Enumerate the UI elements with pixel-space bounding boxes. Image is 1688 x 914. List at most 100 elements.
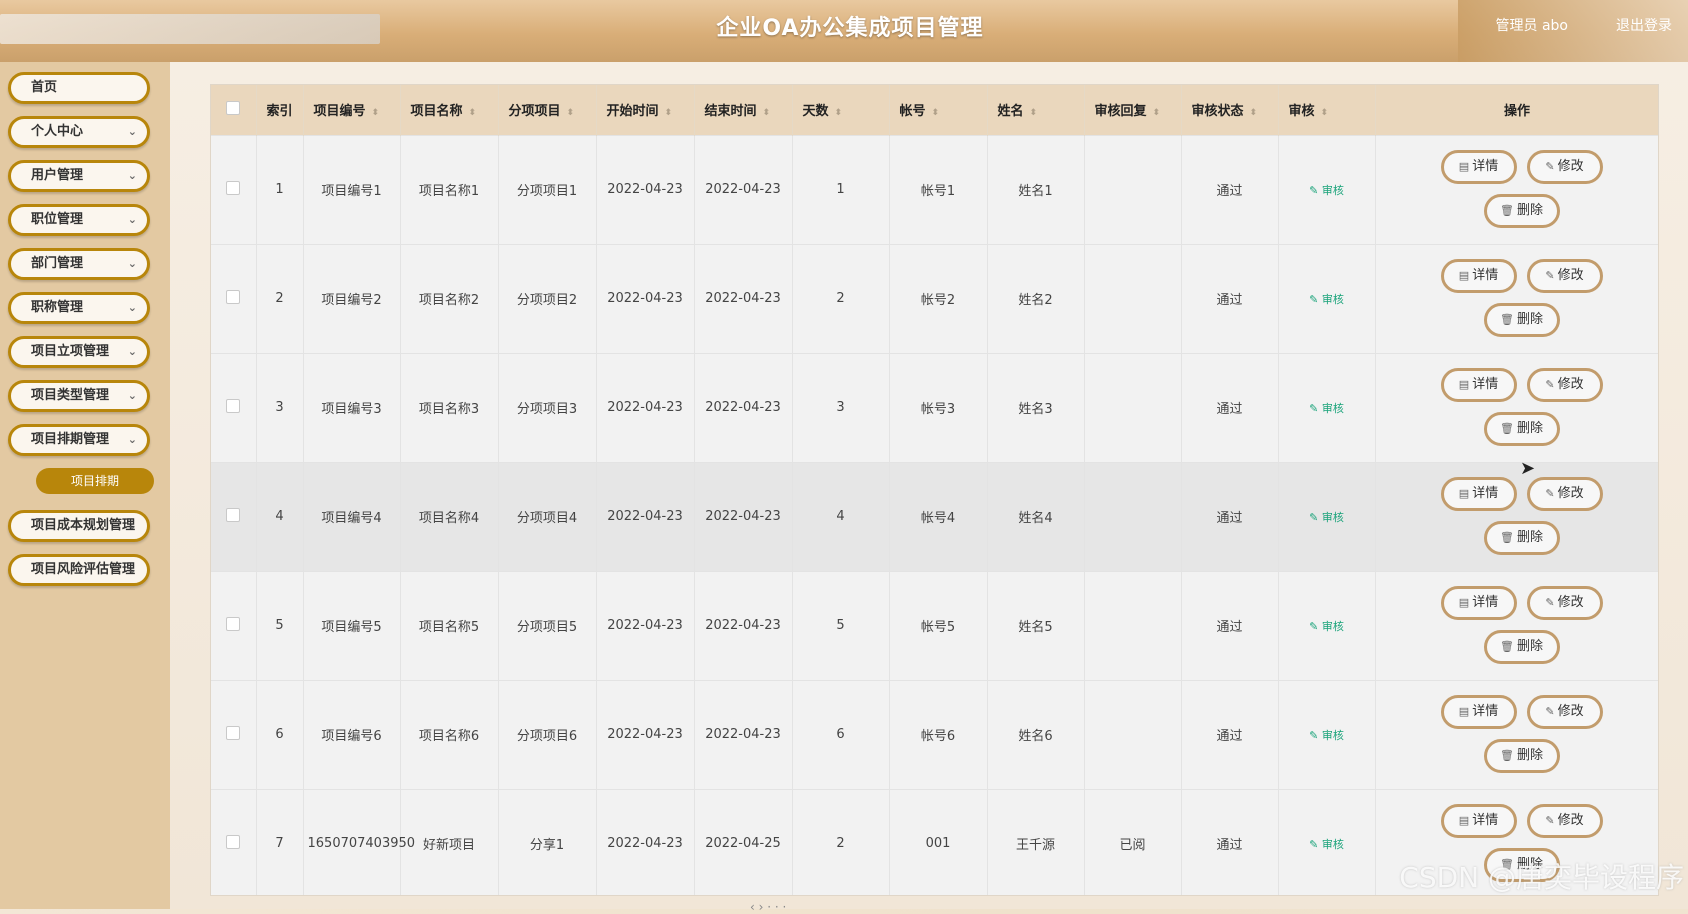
audit-link[interactable]: ✎ 审核 (1309, 511, 1344, 524)
sidebar-item[interactable]: 项目风险评估管理 ⌄ (8, 554, 150, 586)
submenu-item-active[interactable]: 项目排期 (36, 468, 154, 494)
table-row: 6 项目编号6 项目名称6 分项项目6 2022-04-23 2022-04-23 6 帐号6… (211, 680, 1658, 789)
sort-icon[interactable]: ⬍ (665, 108, 673, 118)
delete-button[interactable]: 🗑 删除 (1483, 302, 1560, 337)
sidebar-item[interactable]: 项目立项管理 ⌄ (8, 336, 150, 368)
sort-icon[interactable]: ⬍ (932, 108, 940, 118)
audit-link[interactable]: ✎ 审核 (1309, 402, 1344, 415)
sidebar-item[interactable]: 项目类型管理 ⌄ (8, 380, 150, 412)
cell-audit: ✎ 审核 (1278, 135, 1376, 244)
sidebar-item[interactable]: 职称管理 ⌄ (8, 292, 150, 324)
delete-button[interactable]: 🗑 删除 (1483, 411, 1560, 446)
sort-icon[interactable]: ⬍ (372, 108, 380, 118)
row-checkbox[interactable] (226, 289, 241, 304)
column-header[interactable]: 帐号 ⬍ (889, 85, 988, 135)
edit-button[interactable]: ✎ 修改 (1526, 585, 1603, 620)
cell-status: 通过 (1181, 353, 1279, 462)
sidebar-item[interactable]: 首页 (8, 72, 150, 104)
row-checkbox[interactable] (226, 398, 241, 413)
delete-button[interactable]: 🗑 删除 (1483, 629, 1560, 664)
cell-index: 4 (256, 462, 304, 571)
column-header[interactable]: 审核 ⬍ (1278, 85, 1376, 135)
detail-button[interactable]: ▤ 详情 (1440, 694, 1517, 729)
sidebar-item[interactable]: 个人中心 ⌄ (8, 116, 150, 148)
cell-start: 2022-04-23 (596, 571, 695, 680)
edit-button[interactable]: ✎ 修改 (1526, 367, 1603, 402)
edit-button[interactable]: ✎ 修改 (1526, 803, 1603, 838)
column-header[interactable]: 结束时间 ⬍ (694, 85, 793, 135)
cell-code: 项目编号5 (303, 571, 401, 680)
edit-button[interactable]: ✎ 修改 (1526, 149, 1603, 184)
row-checkbox[interactable] (226, 507, 241, 522)
detail-button[interactable]: ▤ 详情 (1440, 367, 1517, 402)
cell-account: 帐号2 (889, 244, 988, 353)
column-header[interactable]: 开始时间 ⬍ (596, 85, 695, 135)
audit-link[interactable]: ✎ 审核 (1309, 838, 1344, 851)
document-icon: ▤ (1458, 595, 1470, 609)
column-header[interactable]: 姓名 ⬍ (987, 85, 1085, 135)
sidebar-item[interactable]: 项目成本规划管理 ⌄ (8, 510, 150, 542)
delete-button-label: 删除 (1516, 420, 1543, 436)
sidebar-item[interactable]: 用户管理 ⌄ (8, 160, 150, 192)
edit-button[interactable]: ✎ 修改 (1526, 258, 1603, 293)
sort-icon[interactable]: ⬍ (567, 108, 575, 118)
sidebar-item-label: 首页 (31, 80, 58, 95)
chevron-down-icon: ⌄ (127, 125, 137, 138)
sort-icon[interactable]: ⬍ (1250, 108, 1258, 118)
delete-button[interactable]: 🗑 删除 (1483, 520, 1560, 555)
column-header[interactable]: 分项项目 ⬍ (498, 85, 597, 135)
audit-link[interactable]: ✎ 审核 (1309, 293, 1344, 306)
trash-icon: 🗑 (1500, 530, 1514, 544)
sort-icon[interactable]: ⬍ (469, 108, 477, 118)
column-header[interactable]: 审核回复 ⬍ (1084, 85, 1182, 135)
chevron-down-icon: ⌄ (127, 213, 137, 226)
cell-status: 通过 (1181, 244, 1279, 353)
sort-icon[interactable]: ⬍ (1321, 108, 1329, 118)
cell-reply (1084, 680, 1182, 789)
row-select-cell (211, 135, 257, 244)
cell-status: 通过 (1181, 680, 1279, 789)
row-checkbox[interactable] (226, 834, 241, 849)
column-header[interactable]: 天数 ⬍ (792, 85, 890, 135)
detail-button[interactable]: ▤ 详情 (1440, 585, 1517, 620)
detail-button[interactable]: ▤ 详情 (1440, 476, 1517, 511)
column-header[interactable]: 项目名称 ⬍ (400, 85, 499, 135)
edit-button[interactable]: ✎ 修改 (1526, 694, 1603, 729)
cell-sub: 分享1 (498, 789, 597, 895)
row-checkbox[interactable] (226, 725, 241, 740)
edit-button-label: 修改 (1557, 267, 1584, 283)
select-all-checkbox[interactable] (225, 100, 240, 115)
audit-link[interactable]: ✎ 审核 (1309, 620, 1344, 633)
delete-button-label: 删除 (1516, 747, 1543, 763)
delete-button[interactable]: 🗑 删除 (1483, 193, 1560, 228)
detail-button[interactable]: ▤ 详情 (1440, 258, 1517, 293)
edit-icon: ✎ (1309, 401, 1319, 415)
cell-status: 通过 (1181, 135, 1279, 244)
row-checkbox[interactable] (226, 616, 241, 631)
cell-person: 姓名5 (987, 571, 1085, 680)
audit-link[interactable]: ✎ 审核 (1309, 729, 1344, 742)
cell-actions: ▤ 详情 ✎ 修改 🗑 删除 (1375, 135, 1658, 244)
cell-end: 2022-04-23 (694, 244, 793, 353)
chevron-down-icon: ⌄ (127, 257, 137, 270)
app-title: 企业OA办公集成项目管理 (716, 16, 984, 41)
sort-icon[interactable]: ⬍ (835, 108, 843, 118)
document-icon: ▤ (1458, 159, 1470, 173)
sidebar-item[interactable]: 部门管理 ⌄ (8, 248, 150, 280)
logout-link[interactable]: 退出登录 (1616, 15, 1672, 35)
sort-icon[interactable]: ⬍ (1030, 108, 1038, 118)
column-header[interactable]: 项目编号 ⬍ (303, 85, 401, 135)
row-checkbox[interactable] (226, 180, 241, 195)
delete-button[interactable]: 🗑 删除 (1483, 738, 1560, 773)
sort-icon[interactable]: ⬍ (763, 108, 771, 118)
column-header[interactable]: 审核状态 ⬍ (1181, 85, 1279, 135)
sort-icon[interactable]: ⬍ (1153, 108, 1161, 118)
edit-button[interactable]: ✎ 修改 (1526, 476, 1603, 511)
detail-button[interactable]: ▤ 详情 (1440, 803, 1517, 838)
audit-link[interactable]: ✎ 审核 (1309, 184, 1344, 197)
detail-button[interactable]: ▤ 详情 (1440, 149, 1517, 184)
sidebar-item-label: 部门管理 (31, 256, 84, 271)
sidebar-item[interactable]: 职位管理 ⌄ (8, 204, 150, 236)
sidebar-item[interactable]: 项目排期管理 ⌄ (8, 424, 150, 456)
pagination[interactable]: ‹ › · · · (750, 900, 786, 914)
